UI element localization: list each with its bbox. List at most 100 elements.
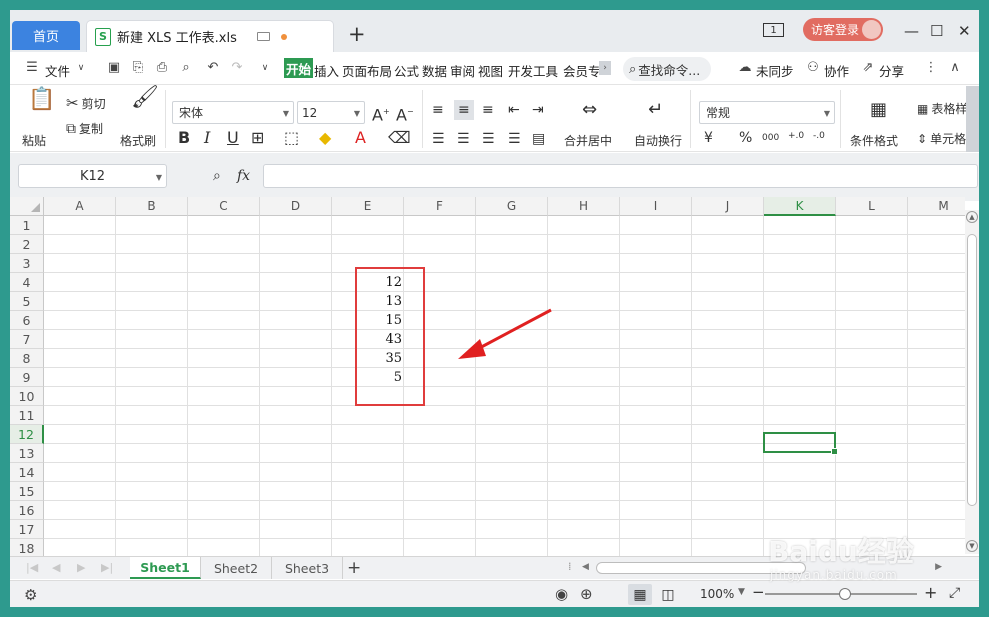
login-button[interactable]: 访客登录: [803, 18, 883, 41]
row-header-10[interactable]: 10: [10, 387, 44, 406]
conditional-format-button[interactable]: 条件格式: [850, 132, 898, 149]
tab-data[interactable]: 数据: [422, 61, 447, 80]
row-header-14[interactable]: 14: [10, 463, 44, 482]
align-middle-icon[interactable]: ≡: [454, 100, 474, 120]
scroll-down-icon[interactable]: ▼: [966, 540, 978, 552]
menu-file[interactable]: 文件: [45, 61, 70, 80]
format-painter-button[interactable]: 格式刷: [120, 132, 156, 149]
active-cell-K12[interactable]: [763, 432, 838, 455]
row-header-12[interactable]: 12: [10, 425, 44, 444]
cell-button[interactable]: ⇕ 单元格: [917, 130, 966, 147]
select-all-corner[interactable]: [10, 197, 44, 216]
tab-formula[interactable]: 公式: [394, 61, 419, 80]
sync-status[interactable]: 未同步: [756, 61, 794, 80]
split-handle-icon[interactable]: ⁞: [568, 560, 572, 573]
fx-icon[interactable]: fx: [237, 168, 250, 184]
add-sheet-button[interactable]: +: [347, 558, 361, 578]
export-icon[interactable]: ⎘: [131, 61, 145, 75]
search-command[interactable]: ⌕ 查找命令...: [623, 57, 711, 81]
zoom-formula-icon[interactable]: ⌕: [213, 168, 221, 184]
row-header-15[interactable]: 15: [10, 482, 44, 501]
conditional-format-icon[interactable]: ▦: [870, 101, 887, 119]
redo-icon[interactable]: ↷: [230, 61, 244, 75]
eye-protect-icon[interactable]: ◉: [555, 585, 568, 603]
tab-developer[interactable]: 开发工具: [508, 61, 558, 80]
fill-pattern-icon[interactable]: ⬚: [284, 130, 299, 146]
merge-center-icon[interactable]: ⇔: [582, 101, 597, 119]
share-button[interactable]: 分享: [879, 61, 904, 80]
row-header-1[interactable]: 1: [10, 216, 44, 235]
percent-icon[interactable]: %: [739, 130, 752, 146]
number-format-select[interactable]: 常规 ▼: [699, 101, 835, 124]
column-header-M[interactable]: M: [908, 197, 965, 216]
column-header-B[interactable]: B: [116, 197, 188, 216]
tab-review[interactable]: 审阅: [450, 61, 475, 80]
align-top-icon[interactable]: ≡: [432, 102, 444, 118]
tabs-scroll-right-icon[interactable]: ›: [599, 61, 611, 75]
next-sheet-icon[interactable]: ▶: [77, 561, 85, 574]
bold-icon[interactable]: B: [178, 130, 190, 146]
distribute-icon[interactable]: ▤: [532, 131, 545, 147]
row-header-3[interactable]: 3: [10, 254, 44, 273]
copy-button[interactable]: ⧉ 复制: [66, 120, 103, 137]
increase-font-icon[interactable]: A+: [372, 104, 390, 123]
worksheet-grid[interactable]: ABCDEFGHIJKLM 1 2 3 4 5 6 7 8 9 10 11 12 13 14 15 16 17 1…: [10, 197, 965, 567]
save-icon[interactable]: ▣: [107, 61, 121, 75]
tab-page-layout[interactable]: 页面布局: [342, 61, 392, 80]
border-icon[interactable]: ⊞: [251, 130, 264, 146]
font-size-select[interactable]: 12 ▼: [297, 101, 365, 124]
table-style-button[interactable]: ▦ 表格样: [917, 100, 967, 117]
zoom-slider-knob[interactable]: [839, 588, 851, 600]
page-view-button[interactable]: ◫: [656, 584, 680, 605]
zoom-in-button[interactable]: +: [924, 583, 937, 602]
font-name-select[interactable]: 宋体 ▼: [172, 101, 294, 124]
tab-home[interactable]: 首页: [12, 21, 80, 50]
align-center-icon[interactable]: ☰: [457, 131, 470, 147]
column-header-H[interactable]: H: [548, 197, 620, 216]
paste-button[interactable]: 粘贴: [22, 132, 46, 149]
row-header-7[interactable]: 7: [10, 330, 44, 349]
collaborate-button[interactable]: 协作: [824, 61, 849, 80]
normal-view-button[interactable]: ▦: [628, 584, 652, 605]
align-bottom-icon[interactable]: ≡: [482, 102, 494, 118]
row-header-4[interactable]: 4: [10, 273, 44, 292]
increase-decimal-icon[interactable]: +.0: [788, 128, 804, 144]
row-header-13[interactable]: 13: [10, 444, 44, 463]
currency-icon[interactable]: ¥: [704, 130, 713, 146]
row-header-8[interactable]: 8: [10, 349, 44, 368]
tab-start[interactable]: 开始: [284, 58, 313, 78]
ribbon-scroll-right[interactable]: [966, 86, 979, 152]
sheet-tab-1[interactable]: Sheet1: [130, 557, 201, 579]
decrease-decimal-icon[interactable]: -.0: [813, 128, 825, 144]
wrap-text-button[interactable]: 自动换行: [634, 132, 682, 149]
hamburger-icon[interactable]: ☰: [25, 61, 39, 75]
justify-icon[interactable]: ☰: [508, 131, 521, 147]
fill-color-icon[interactable]: ◆: [319, 130, 331, 146]
row-header-6[interactable]: 6: [10, 311, 44, 330]
prev-sheet-icon[interactable]: ◀: [52, 561, 60, 574]
column-header-D[interactable]: D: [260, 197, 332, 216]
cut-button[interactable]: ✂ 剪切: [66, 94, 106, 112]
tab-member[interactable]: 会员专: [563, 61, 601, 80]
scroll-up-icon[interactable]: ▲: [966, 211, 978, 223]
tab-insert[interactable]: 插入: [314, 61, 339, 80]
first-sheet-icon[interactable]: |◀: [26, 561, 38, 574]
scroll-left-icon[interactable]: ◀: [582, 562, 589, 572]
vertical-scrollbar[interactable]: ▲ ▼: [965, 210, 979, 554]
last-sheet-icon[interactable]: ▶|: [101, 561, 113, 574]
align-left-icon[interactable]: ☰: [432, 131, 445, 147]
align-right-icon[interactable]: ☰: [482, 131, 495, 147]
column-header-K[interactable]: K: [764, 197, 836, 216]
new-tab-button[interactable]: +: [348, 24, 366, 45]
column-header-A[interactable]: A: [44, 197, 116, 216]
indent-decrease-icon[interactable]: ⇤: [508, 102, 520, 118]
scroll-thumb[interactable]: [967, 234, 977, 506]
more-options-icon[interactable]: ⋮: [924, 61, 938, 75]
clear-format-icon[interactable]: ⌫: [388, 130, 411, 146]
indent-increase-icon[interactable]: ⇥: [532, 102, 544, 118]
collapse-ribbon-icon[interactable]: ∧: [948, 61, 962, 75]
column-header-F[interactable]: F: [404, 197, 476, 216]
zoom-out-button[interactable]: −: [752, 583, 765, 601]
print-icon[interactable]: ⎙: [155, 61, 169, 75]
row-header-17[interactable]: 17: [10, 520, 44, 539]
